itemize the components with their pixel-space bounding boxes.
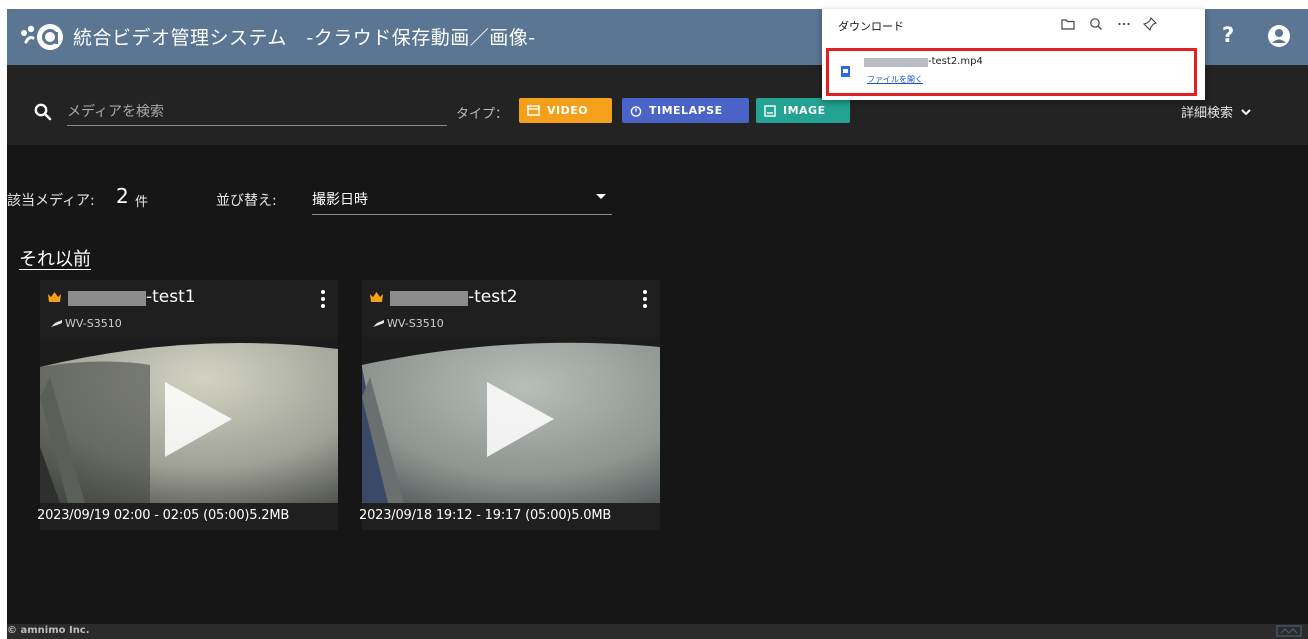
video-filter-chip[interactable]: VIDEO: [519, 98, 612, 123]
pin-icon[interactable]: [1142, 16, 1158, 32]
brand-badge-icon: [1276, 625, 1302, 637]
timelapse-filter-chip[interactable]: TIMELAPSE: [622, 98, 749, 123]
result-count: 2: [116, 184, 129, 208]
dropdown-arrow-icon: [596, 194, 606, 199]
video-thumbnail[interactable]: [362, 337, 660, 503]
media-card[interactable]: -test2 WV-S3510 2023/09/18 19:12 - 19:17…: [359, 280, 660, 530]
type-filter-label: タイプ：: [456, 107, 509, 122]
search-icon: [34, 103, 52, 121]
video-thumbnail[interactable]: [40, 337, 338, 503]
advanced-search-label: 詳細検索: [1181, 106, 1234, 121]
camera-icon: [373, 320, 384, 327]
image-chip-label: IMAGE: [783, 104, 826, 117]
download-panel-title: ダウンロード: [838, 20, 904, 33]
amnimo-logo-icon: [21, 24, 63, 50]
redacted-name: [390, 291, 468, 306]
media-info: 2023/09/19 02:00 - 02:05 (05:00)5.2MB: [37, 508, 290, 523]
search-input[interactable]: [67, 98, 447, 126]
video-chip-label: VIDEO: [547, 104, 589, 117]
footer-bar: © amnimo Inc.: [7, 624, 1308, 639]
crown-icon: [48, 292, 61, 302]
more-options-icon[interactable]: [1116, 16, 1132, 32]
sort-select[interactable]: 撮影日時: [312, 179, 612, 215]
section-title: それ以前: [19, 249, 91, 270]
camera-device: WV-S3510: [372, 317, 444, 330]
chevron-down-icon: [1241, 108, 1251, 115]
advanced-search-toggle[interactable]: 詳細検索: [1181, 102, 1253, 121]
device-name: WV-S3510: [65, 317, 122, 330]
media-name: -test1: [146, 287, 196, 307]
device-name: WV-S3510: [387, 317, 444, 330]
search-icon[interactable]: [1088, 16, 1104, 32]
file-icon: [841, 66, 850, 77]
more-options-icon[interactable]: [643, 290, 647, 308]
more-options-icon[interactable]: [321, 290, 325, 308]
timelapse-chip-label: TIMELAPSE: [649, 104, 723, 117]
thumbnail-image: [362, 337, 660, 503]
sort-selected-value: 撮影日時: [312, 192, 368, 208]
camera-device: WV-S3510: [50, 317, 122, 330]
video-icon: [527, 105, 540, 116]
thumbnail-image: [40, 337, 338, 503]
media-name: -test2: [468, 287, 518, 307]
redacted-filename: [864, 58, 928, 67]
crown-icon: [370, 292, 383, 302]
camera-icon: [51, 320, 62, 327]
account-icon[interactable]: [1267, 24, 1291, 48]
folder-icon[interactable]: [1060, 16, 1076, 32]
download-item[interactable]: -test2.mp4 ファイルを開く: [826, 48, 1197, 96]
copyright-text: © amnimo Inc.: [7, 625, 90, 636]
sort-label: 並び替え:: [216, 193, 277, 209]
help-icon[interactable]: ?: [1222, 23, 1234, 47]
media-info: 2023/09/18 19:12 - 19:17 (05:00)5.0MB: [359, 508, 612, 523]
download-panel: ダウンロード -test2.mp4 ファイルを開く: [822, 9, 1205, 100]
image-filter-chip[interactable]: IMAGE: [756, 98, 850, 123]
timer-icon: [630, 105, 642, 117]
image-icon: [764, 104, 776, 117]
app-title: 統合ビデオ管理システム -クラウド保存動画／画像-: [73, 27, 536, 49]
result-count-unit: 件: [135, 195, 149, 210]
media-card[interactable]: -test1 WV-S3510 2023/09/19 02:00 - 02:05…: [37, 280, 338, 530]
redacted-name: [68, 291, 146, 306]
app-window: 統合ビデオ管理システム -クラウド保存動画／画像- ? タイプ： VIDEO: [7, 9, 1308, 639]
download-filename: -test2.mp4: [928, 56, 983, 67]
open-file-link[interactable]: ファイルを開く: [867, 74, 923, 85]
result-count-label: 該当メディア:: [7, 193, 95, 209]
